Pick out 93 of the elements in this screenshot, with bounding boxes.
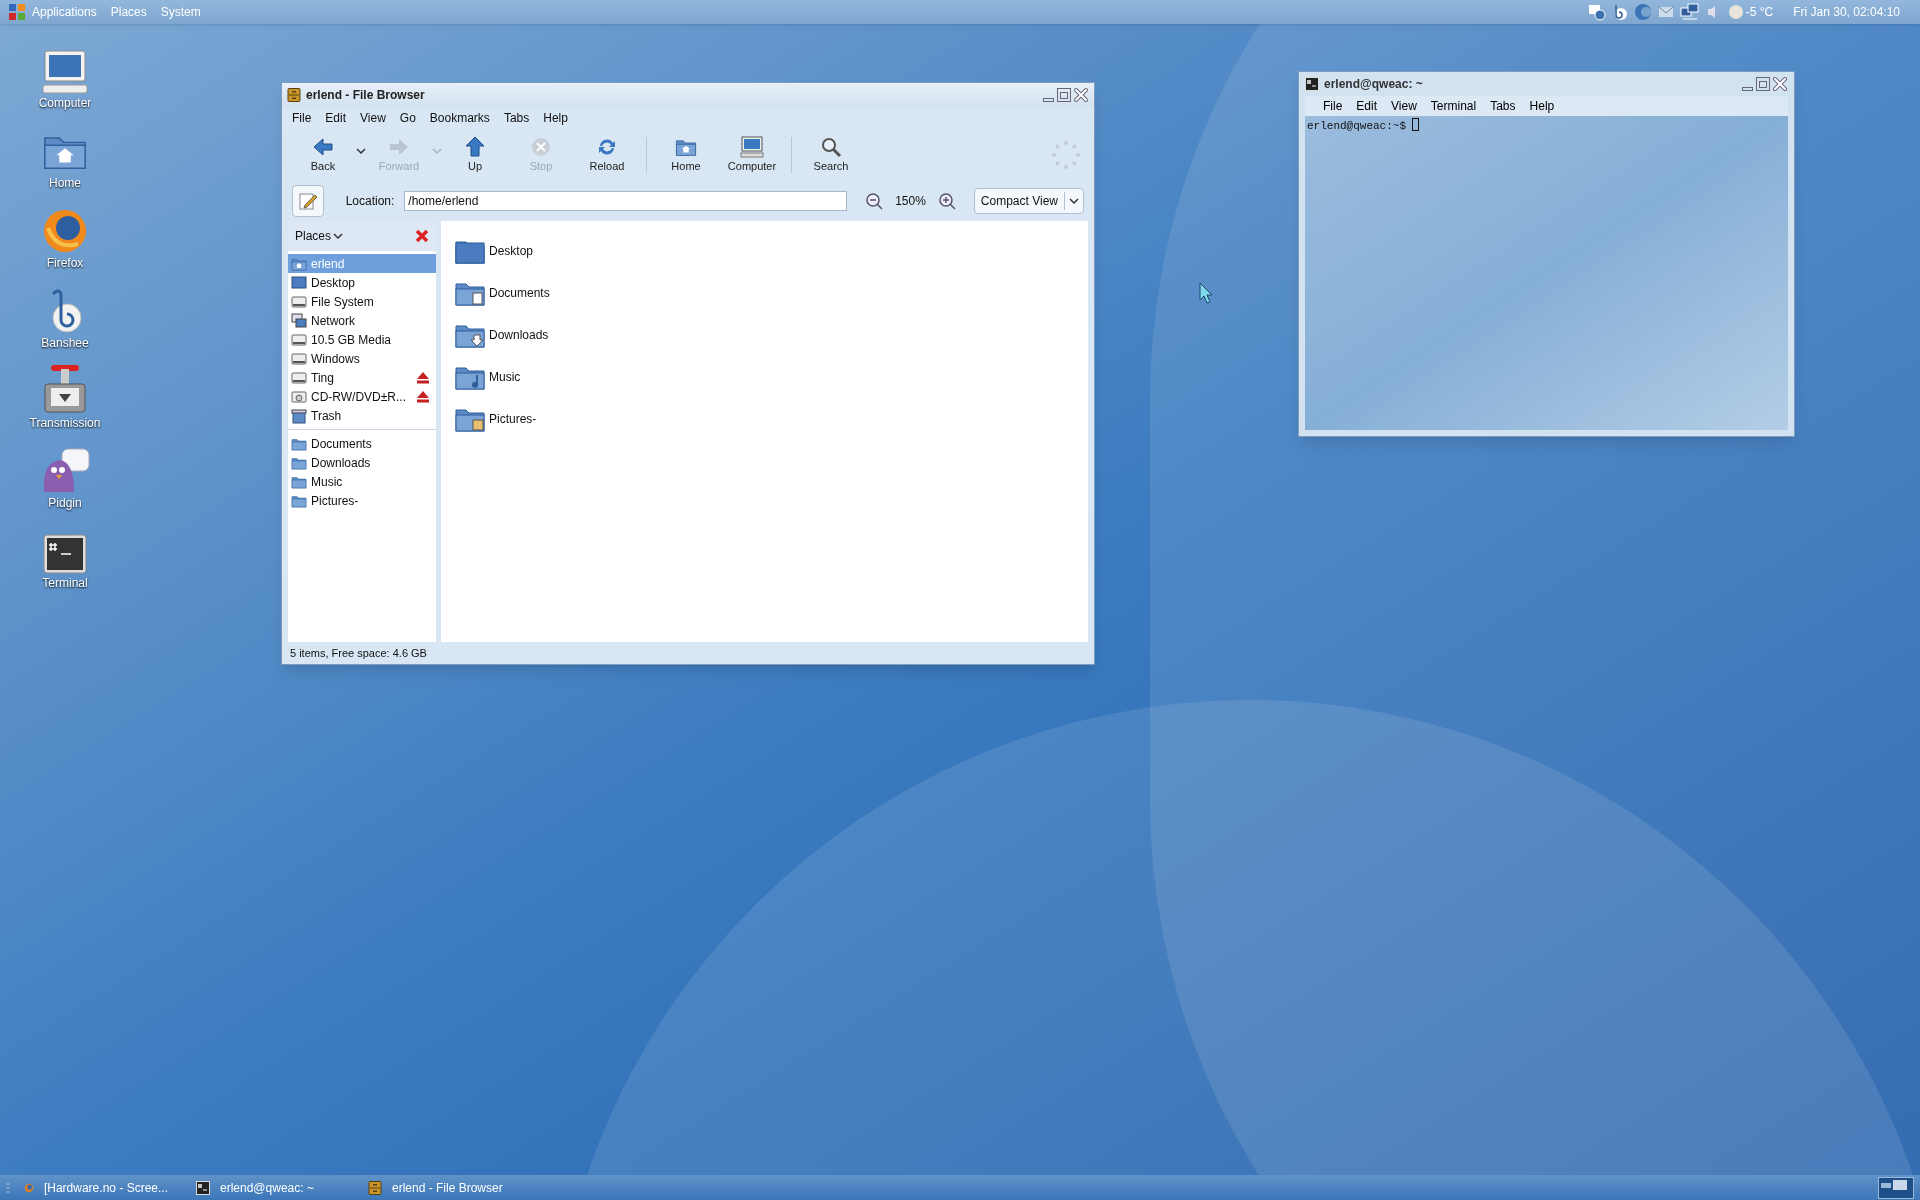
desktop-icon [291, 274, 307, 291]
eject-icon[interactable] [416, 371, 430, 384]
menu-item[interactable]: Tabs [1490, 97, 1516, 115]
bookmark-item[interactable]: Documents [288, 434, 436, 453]
file-cabinet-icon [368, 1180, 382, 1195]
menu-item[interactable]: View [1391, 97, 1417, 115]
computer-icon [42, 50, 88, 94]
taskbar-button[interactable]: [Hardware.no - Scree... [10, 1176, 182, 1199]
menu-item[interactable]: Help [1529, 97, 1555, 115]
caret-icon[interactable] [356, 147, 366, 155]
drive-icon [291, 293, 307, 310]
up-arrow-icon [464, 135, 486, 158]
terminal-icon [1305, 77, 1319, 91]
window-title: erlend - File Browser [306, 87, 425, 104]
place-item[interactable]: 10.5 GB Media [288, 330, 436, 349]
drag-handle-icon [6, 1181, 10, 1194]
toolbar-button[interactable]: Up [442, 132, 508, 178]
place-item[interactable]: Trash [288, 406, 436, 425]
menu-item[interactable]: Tabs [503, 109, 530, 127]
folder-item[interactable]: Documents [454, 277, 554, 309]
menu-item[interactable]: File [292, 109, 312, 127]
sidebar-type-dropdown[interactable]: Places [295, 227, 344, 245]
menu-item[interactable]: Edit [1356, 97, 1378, 115]
location-field[interactable]: /home/erlend [404, 191, 848, 211]
toolbar-button[interactable]: Search [798, 132, 864, 178]
optical-drive-icon [291, 388, 307, 405]
edit-location-button[interactable] [292, 185, 324, 217]
folder-item[interactable]: Pictures- [454, 403, 541, 435]
folder-item[interactable]: Music [454, 361, 525, 393]
taskbar-button[interactable]: erlend - File Browser [354, 1176, 526, 1199]
maximize-button[interactable] [1756, 77, 1770, 91]
menu-item[interactable]: View [360, 109, 386, 127]
place-item[interactable]: File System [288, 292, 436, 311]
pencil-note-icon [297, 191, 318, 211]
view-mode-dropdown[interactable]: Compact View [973, 188, 1084, 214]
zoom-out-button[interactable] [865, 192, 884, 210]
temperature: -5 °C [1745, 4, 1774, 21]
zoom-in-button[interactable] [937, 192, 956, 210]
caret-icon [1069, 197, 1079, 205]
window-title: erlend@qweac: ~ [1324, 76, 1423, 93]
toolbar-button[interactable]: Back [290, 132, 356, 178]
place-item[interactable]: Ting [288, 368, 436, 387]
menu-item[interactable]: Bookmarks [429, 109, 490, 127]
place-item[interactable]: Network [288, 311, 436, 330]
drive-icon [291, 369, 307, 386]
maximize-button[interactable] [1057, 88, 1071, 102]
close-button[interactable] [1772, 76, 1788, 92]
globe-fox-icon [42, 208, 88, 254]
search-icon [820, 135, 842, 158]
trash-icon [291, 407, 307, 424]
back-arrow-icon [312, 135, 334, 158]
download-lever-icon [43, 364, 87, 414]
menu-item[interactable]: Terminal [1430, 97, 1477, 115]
terminal-icon [43, 534, 87, 574]
taskbar-button[interactable]: erlend@qweac: ~ [182, 1176, 354, 1199]
toolbar-button[interactable]: Reload [574, 132, 640, 178]
location-label: Location: [345, 193, 395, 210]
terminal-icon [196, 1180, 210, 1195]
status-text: 5 items, Free space: 4.6 GB [290, 645, 427, 661]
menu-item[interactable]: Edit [325, 109, 347, 127]
place-item[interactable]: Desktop [288, 273, 436, 292]
menu-item[interactable]: File [1323, 97, 1343, 115]
moon-icon [1727, 4, 1744, 20]
close-button[interactable] [1073, 87, 1089, 103]
terminal-prompt: erlend@qweac:~$ [1307, 119, 1407, 134]
loading-spinner-icon [1050, 139, 1082, 171]
folder-item[interactable]: Desktop [454, 235, 538, 267]
network-icon [291, 312, 307, 329]
bookmark-item[interactable]: Pictures- [288, 491, 436, 510]
toolbar-button[interactable]: Home [653, 132, 719, 178]
text-cursor [1412, 118, 1420, 131]
toolbar-button[interactable]: Computer [719, 132, 785, 178]
workspace-switcher-icon[interactable] [1878, 1176, 1914, 1199]
mouse-pointer-icon [1199, 282, 1213, 304]
place-item[interactable]: Windows [288, 349, 436, 368]
bookmark-item[interactable]: Downloads [288, 453, 436, 472]
eject-icon[interactable] [416, 390, 430, 403]
menu-item[interactable]: Help [543, 109, 568, 127]
drive-icon [291, 331, 307, 348]
network-icon[interactable] [1679, 3, 1700, 21]
computer-icon [740, 135, 764, 158]
stop-icon [530, 135, 552, 158]
bookmark-item[interactable]: Music [288, 472, 436, 491]
notification-icon[interactable] [1587, 3, 1606, 21]
close-sidebar-button[interactable] [415, 229, 429, 243]
zoom-level: 150% [895, 193, 926, 210]
place-item[interactable]: CD-RW/DVD±R... [288, 387, 436, 406]
menu-item[interactable]: Go [399, 109, 416, 127]
drive-icon [291, 350, 307, 367]
grid-logo-icon[interactable] [8, 3, 26, 21]
file-cabinet-icon [287, 88, 301, 102]
caret-icon [333, 232, 344, 240]
folder-item[interactable]: Downloads [454, 319, 553, 351]
